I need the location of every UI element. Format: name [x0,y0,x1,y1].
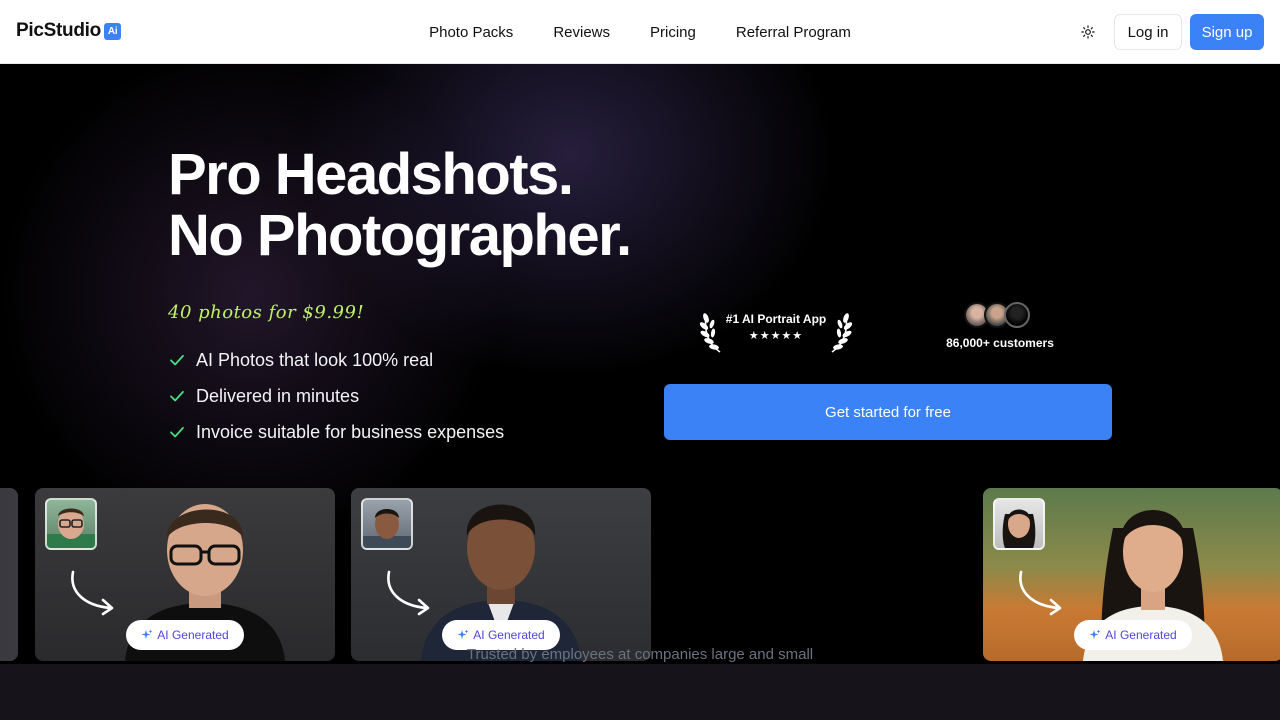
top-navbar: PicStudio Ai Photo Packs Reviews Pricing… [0,0,1280,64]
example-card: AI Generated [351,488,651,661]
signup-button[interactable]: Sign up [1190,14,1264,50]
feature-item: AI Photos that look 100% real [168,342,504,378]
customer-count-text: 86,000+ customers [946,336,1054,350]
avatar [1004,302,1030,328]
check-icon [170,426,184,438]
ai-generated-label: AI Generated [1105,628,1177,642]
example-card: AI Generated [35,488,335,661]
example-card: AI Generated [983,488,1280,661]
sun-icon [1081,25,1095,39]
award-badge: #1 AI Portrait App ★★★★★ [700,304,852,354]
curved-arrow-icon [387,570,430,616]
example-card [0,488,18,661]
hero-section: Pro Headshots. No Photographer. 40 photo… [0,64,1280,720]
nav-link-pricing[interactable]: Pricing [630,24,716,41]
feature-item: Invoice suitable for business expenses [168,414,504,450]
login-button[interactable]: Log in [1114,14,1182,50]
hero-headline: Pro Headshots. No Photographer. [168,142,632,268]
sparkle-icon [457,629,469,639]
original-selfie-thumbnail [993,498,1045,550]
feature-item: Delivered in minutes [168,378,504,414]
feature-text: Delivered in minutes [196,385,360,406]
feature-text: AI Photos that look 100% real [196,349,434,370]
get-started-button[interactable]: Get started for free [664,384,1112,440]
ai-generated-label: AI Generated [157,628,229,642]
curved-arrow-icon [1019,570,1062,616]
check-icon [170,390,184,402]
curved-arrow-icon [71,570,114,616]
hero-bottom-band [0,664,1280,720]
trusted-by-text: Trusted by employees at companies large … [466,646,814,663]
sparkle-icon [141,629,153,639]
customer-avatars [964,302,1030,328]
sparkle-icon [1089,629,1101,639]
customer-count: 86,000+ customers [930,302,1070,352]
selfie-face [363,509,411,548]
feature-text: Invoice suitable for business expenses [196,421,505,442]
nav-link-photo-packs[interactable]: Photo Packs [409,24,533,41]
original-selfie-thumbnail [361,498,413,550]
headline-line-1: Pro Headshots. [168,142,574,207]
selfie-face [1002,509,1036,548]
theme-toggle-button[interactable] [1074,18,1102,46]
feature-list: AI Photos that look 100% real Delivered … [168,342,504,450]
promo-text: 40 photos for $9.99! [168,302,365,323]
nav-link-referral-program[interactable]: Referral Program [716,24,871,41]
original-selfie-thumbnail [45,498,97,550]
nav-link-reviews[interactable]: Reviews [533,24,630,41]
check-icon [170,354,184,366]
ai-generated-label: AI Generated [473,628,545,642]
headline-line-2: No Photographer. [168,203,632,268]
laurel-right-icon [831,313,852,353]
selfie-face [47,508,95,548]
